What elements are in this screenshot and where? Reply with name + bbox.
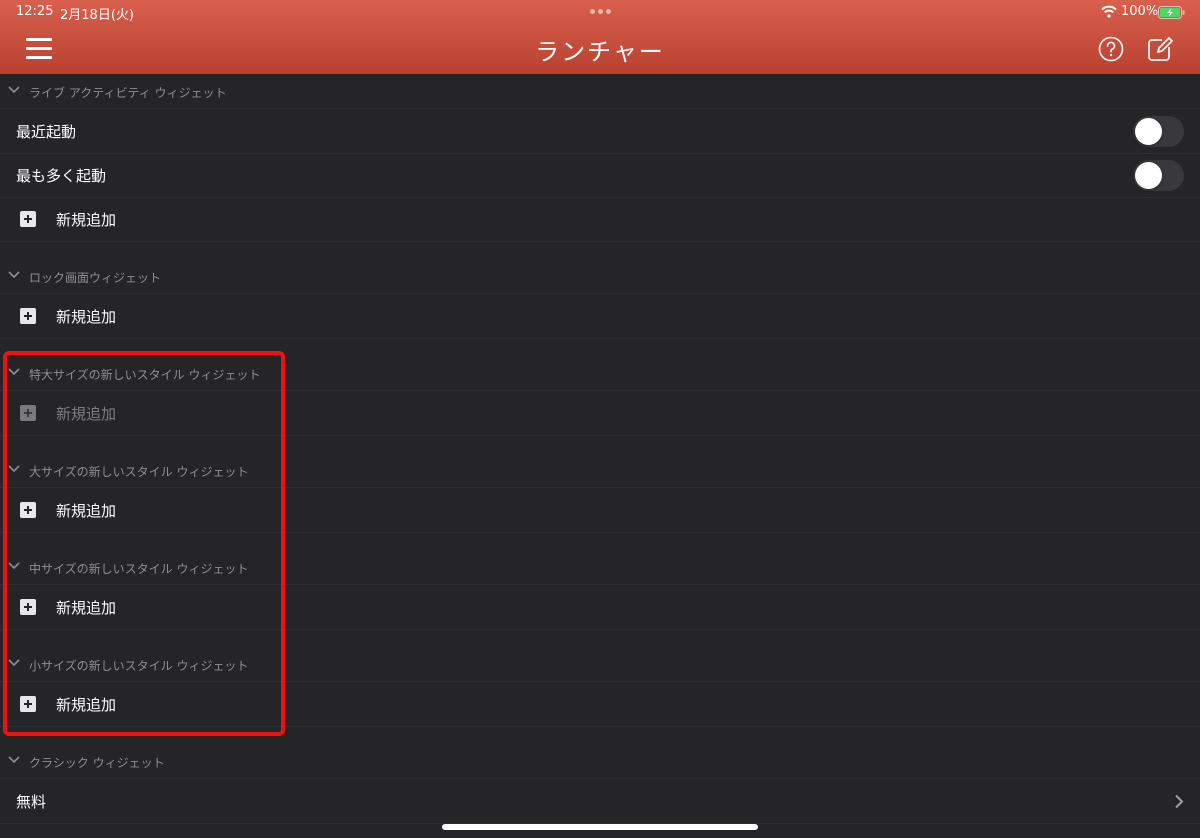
plus-icon [20, 211, 36, 227]
item-label: 無料 [16, 793, 47, 811]
recent-launch-toggle[interactable] [1133, 116, 1184, 147]
home-indicator[interactable] [442, 824, 758, 830]
navigation-bar: 12:25 2月18日(火) 100% ランチャー [0, 0, 1200, 74]
status-date: 2月18日(火) [60, 8, 134, 23]
section-title: ライブ アクティビティ ウィジェット [29, 86, 227, 100]
status-time: 12:25 [16, 4, 54, 19]
plus-icon [20, 308, 36, 324]
battery-charging-icon [1158, 6, 1185, 19]
chevron-down-icon [8, 756, 20, 764]
section-header-live-activity[interactable]: ライブ アクティビティ ウィジェット [0, 74, 1200, 109]
section-header-classic[interactable]: クラシック ウィジェット [0, 744, 1200, 779]
menu-icon[interactable] [26, 38, 54, 60]
chevron-right-icon [1175, 794, 1184, 809]
chevron-down-icon [8, 271, 20, 279]
launcher-screen: 12:25 2月18日(火) 100% ランチャー ライブ アクティビティ ウィ… [0, 0, 1200, 838]
battery-percentage: 100% [1121, 4, 1159, 19]
add-new-label: 新規追加 [56, 308, 117, 326]
most-launched-toggle[interactable] [1133, 160, 1184, 191]
add-new-live-activity-button[interactable]: 新規追加 [0, 197, 1200, 242]
add-new-label: 新規追加 [56, 211, 117, 229]
item-label: 最も多く起動 [16, 167, 107, 185]
wifi-icon [1101, 5, 1117, 18]
page-title: ランチャー [535, 38, 665, 66]
list-item-recent-launch[interactable]: 最近起動 [0, 109, 1200, 154]
multitasking-dots-icon[interactable] [590, 9, 612, 14]
status-bar: 12:25 2月18日(火) 100% [0, 0, 1200, 24]
chevron-down-icon [8, 86, 20, 94]
add-new-lock-screen-button[interactable]: 新規追加 [0, 294, 1200, 339]
section-title: クラシック ウィジェット [29, 756, 165, 770]
edit-icon[interactable] [1146, 35, 1174, 63]
highlight-annotation-box [3, 351, 285, 736]
section-header-lock-screen[interactable]: ロック画面ウィジェット [0, 259, 1200, 294]
section-title: ロック画面ウィジェット [29, 271, 162, 285]
list-item-most-launched[interactable]: 最も多く起動 [0, 153, 1200, 198]
help-icon[interactable] [1098, 36, 1124, 62]
list-item-free[interactable]: 無料 [0, 779, 1200, 824]
item-label: 最近起動 [16, 123, 77, 141]
